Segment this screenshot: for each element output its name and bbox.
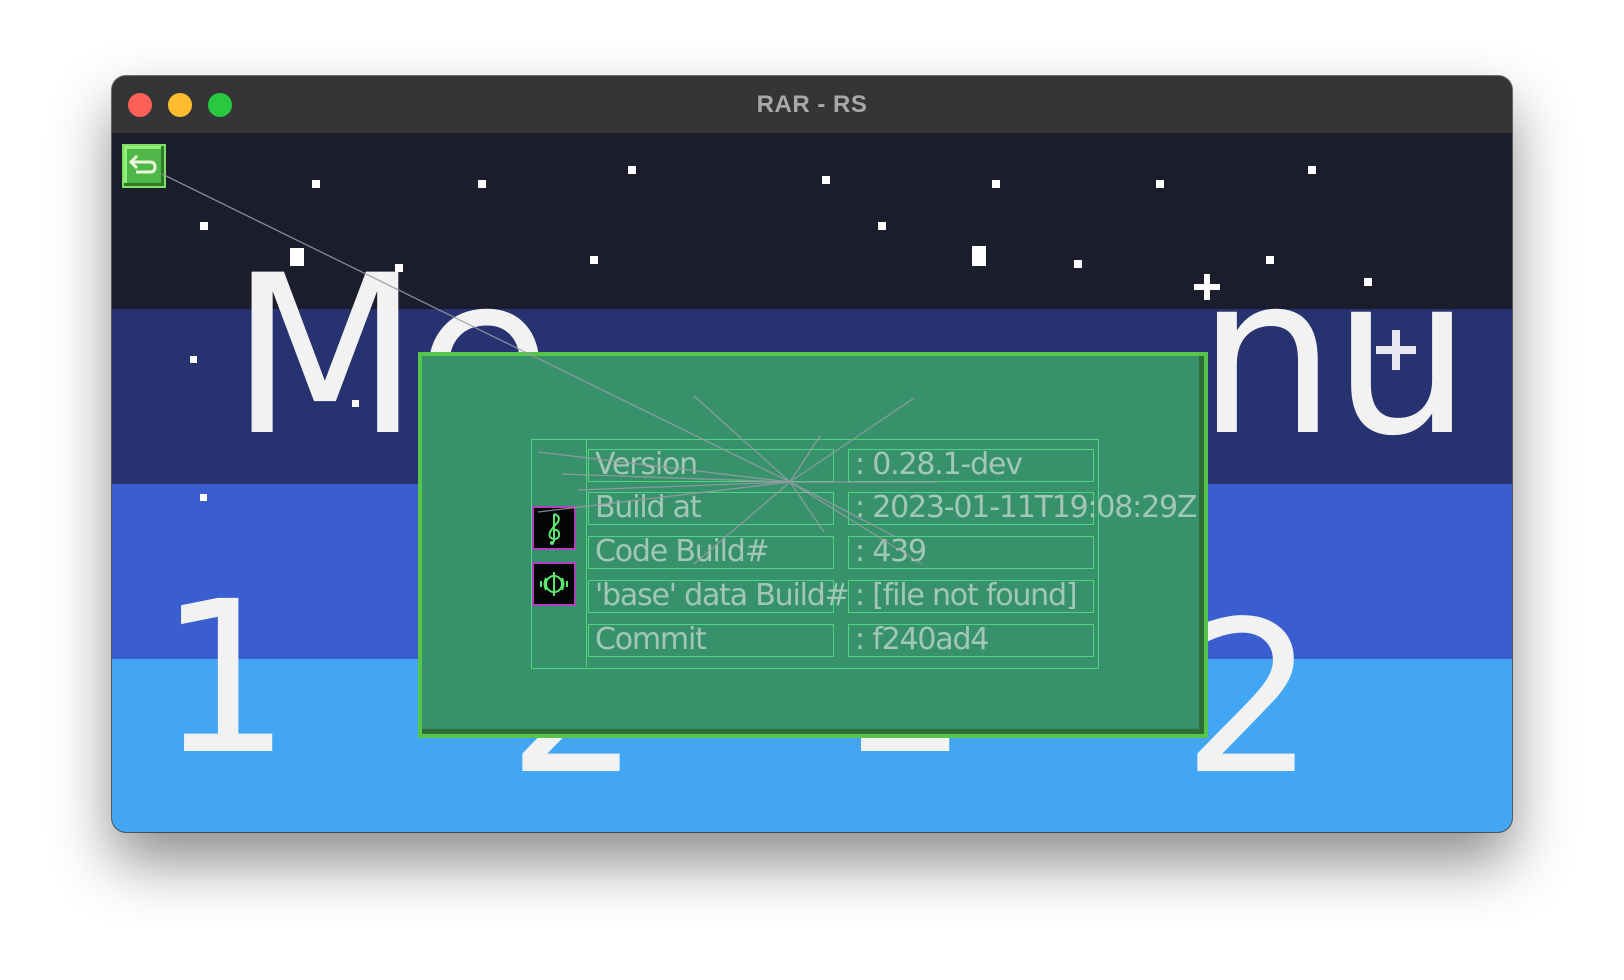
star bbox=[1308, 166, 1316, 174]
build-info-dialog: Version : 0.28.1-dev Build at : 2023-01-… bbox=[418, 352, 1208, 738]
base-data-build-label: 'base' data Build# bbox=[588, 580, 850, 613]
base-data-build-value: : [file not found] bbox=[848, 580, 1094, 613]
star bbox=[822, 176, 830, 184]
title-bar[interactable]: RAR - RS bbox=[112, 76, 1512, 134]
game-canvas: Me nu 1 2 1 2 bbox=[112, 134, 1512, 832]
sound-icon bbox=[540, 572, 568, 596]
back-button[interactable] bbox=[122, 144, 166, 188]
star bbox=[190, 356, 197, 363]
star bbox=[1156, 180, 1164, 188]
sound-toggle-button[interactable] bbox=[532, 562, 576, 606]
commit-value: : f240ad4 bbox=[848, 624, 1094, 657]
star bbox=[200, 222, 208, 230]
build-at-label: Build at bbox=[588, 492, 834, 525]
version-value: : 0.28.1-dev bbox=[848, 449, 1094, 482]
commit-label: Commit bbox=[588, 624, 834, 657]
star bbox=[628, 166, 636, 174]
star bbox=[312, 180, 320, 188]
code-build-label: Code Build# bbox=[588, 536, 834, 569]
icon-column bbox=[532, 440, 587, 667]
star bbox=[878, 222, 886, 230]
star bbox=[1074, 260, 1082, 268]
window-title: RAR - RS bbox=[756, 91, 868, 118]
music-toggle-button[interactable] bbox=[532, 506, 576, 550]
star bbox=[992, 180, 1000, 188]
code-build-value: : 439 bbox=[848, 536, 1094, 569]
menu-title-right: nu bbox=[1197, 228, 1472, 484]
star bbox=[590, 256, 598, 264]
music-note-icon bbox=[548, 513, 561, 545]
build-info-table: Version : 0.28.1-dev Build at : 2023-01-… bbox=[531, 439, 1197, 669]
app-window: RAR - RS Me nu 1 2 Version: 0.28.1-dev … bbox=[112, 76, 1512, 832]
star bbox=[200, 494, 207, 501]
star bbox=[478, 180, 486, 188]
version-label: Version bbox=[588, 449, 834, 482]
back-arrow-icon bbox=[128, 154, 157, 174]
background-number: 1 bbox=[158, 556, 292, 801]
build-at-value: : 2023-01-11T19:08:29Z bbox=[848, 492, 1197, 525]
star bbox=[972, 246, 986, 266]
